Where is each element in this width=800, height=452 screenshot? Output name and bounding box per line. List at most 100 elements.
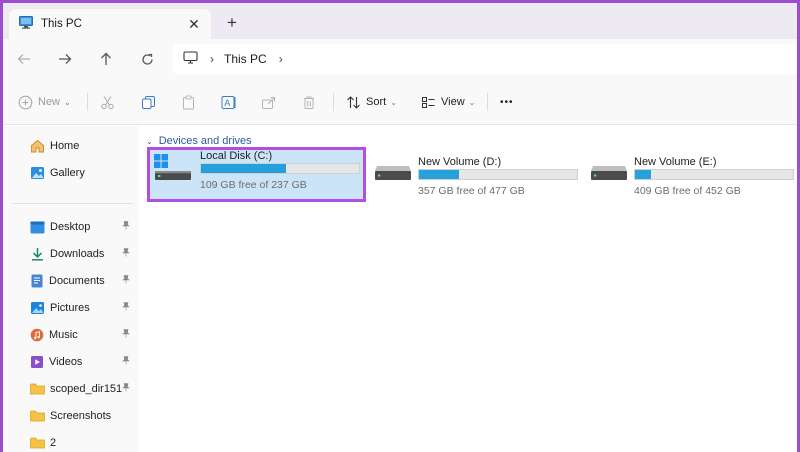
drive-usage-fill <box>635 170 651 179</box>
address-bar[interactable]: › This PC › <box>173 44 797 74</box>
group-title: Devices and drives <box>158 135 252 147</box>
sidebar-item-label: scoped_dir15160 <box>50 383 122 395</box>
pin-icon <box>122 383 130 394</box>
windows-drive-icon <box>153 150 193 187</box>
command-bar: New ⌄ A Sort ⌄ View ⌄ ••• <box>3 79 797 125</box>
copy-button[interactable] <box>141 91 156 113</box>
sidebar-item-label: Desktop <box>50 221 91 233</box>
sidebar-divider <box>13 203 133 204</box>
drive-usage-bar <box>418 169 578 180</box>
new-tab-button[interactable]: + <box>221 12 243 34</box>
breadcrumb-chevron-icon[interactable]: › <box>210 52 214 66</box>
pin-icon <box>122 302 130 313</box>
pin-icon <box>122 221 130 232</box>
breadcrumb-this-pc[interactable]: This PC <box>224 52 267 66</box>
pin-icon <box>122 248 130 259</box>
monitor-icon <box>19 16 33 32</box>
chevron-down-icon: ⌄ <box>64 97 71 107</box>
sort-arrows-icon <box>347 95 360 109</box>
sidebar-item-videos[interactable]: Videos <box>30 353 138 371</box>
plus-circle-icon <box>18 95 33 109</box>
sidebar-item-downloads[interactable]: Downloads <box>30 245 138 263</box>
folder-icon <box>30 383 45 395</box>
forward-arrow-icon[interactable] <box>52 47 78 71</box>
sidebar-item-label: Gallery <box>50 167 85 179</box>
drive-usage-fill <box>419 170 459 179</box>
documents-icon <box>31 274 43 288</box>
sidebar-item-label: Home <box>50 140 80 152</box>
view-button[interactable]: View ⌄ <box>421 91 475 113</box>
more-options-icon[interactable]: ••• <box>500 91 514 113</box>
folder-icon <box>30 410 45 422</box>
drive-e[interactable]: New Volume (E:) 409 GB free of 452 GB <box>584 153 796 201</box>
home-icon <box>31 139 44 153</box>
pin-icon <box>122 356 130 367</box>
view-label: View <box>441 96 465 108</box>
drive-free-space: 357 GB free of 477 GB <box>418 185 525 197</box>
paste-button[interactable] <box>181 91 196 113</box>
folder-icon <box>30 437 45 449</box>
sidebar-item-2[interactable]: 2 <box>30 434 138 452</box>
divider <box>333 93 334 111</box>
drive-d[interactable]: New Volume (D:) 357 GB free of 477 GB <box>368 153 580 201</box>
sort-button[interactable]: Sort ⌄ <box>346 91 397 113</box>
delete-button[interactable] <box>302 91 316 113</box>
drive-name: New Volume (E:) <box>634 156 717 168</box>
trash-icon <box>304 96 314 109</box>
pictures-icon <box>31 302 44 314</box>
sidebar-item-music[interactable]: Music <box>30 326 138 344</box>
sidebar-item-label: Music <box>49 329 78 341</box>
breadcrumb-chevron-icon[interactable]: › <box>279 52 283 66</box>
sidebar-item-desktop[interactable]: Desktop <box>30 218 138 236</box>
navigation-pane: Home Gallery Desktop Downloads Documents… <box>3 126 139 452</box>
pin-icon <box>122 275 130 286</box>
sidebar-item-documents[interactable]: Documents <box>30 272 138 290</box>
clipboard-icon <box>183 95 194 109</box>
sidebar-item-label: Downloads <box>50 248 105 260</box>
tab-this-pc[interactable]: This PC ✕ <box>9 9 211 39</box>
sidebar-item-scoped-dir[interactable]: scoped_dir15160 <box>30 380 138 398</box>
drive-name: Local Disk (C:) <box>200 150 273 162</box>
chevron-down-icon: ⌄ <box>468 97 476 107</box>
sidebar-item-screenshots[interactable]: Screenshots <box>30 407 138 425</box>
sort-label: Sort <box>366 96 387 108</box>
share-button[interactable] <box>261 91 276 113</box>
devices-group-header[interactable]: ⌄ Devices and drives <box>146 135 252 147</box>
divider <box>87 93 88 111</box>
gallery-icon <box>31 167 44 179</box>
navigation-bar: › This PC › <box>3 39 797 79</box>
drive-usage-fill <box>201 164 287 173</box>
drive-free-space: 109 GB free of 237 GB <box>200 179 307 191</box>
sidebar-item-label: Videos <box>49 356 83 368</box>
copy-icon <box>142 95 155 109</box>
back-arrow-icon[interactable] <box>11 47 37 71</box>
chevron-down-icon: ⌄ <box>390 97 397 107</box>
drive-c[interactable]: Local Disk (C:) 109 GB free of 237 GB <box>147 147 366 202</box>
sidebar-item-label: Documents <box>49 275 105 287</box>
tab-strip: This PC ✕ + <box>3 3 797 39</box>
drive-free-space: 409 GB free of 452 GB <box>634 185 741 197</box>
drive-usage-bar <box>634 169 794 180</box>
sidebar-item-label: Screenshots <box>50 410 112 422</box>
sidebar-item-label: Pictures <box>50 302 90 314</box>
rename-button[interactable]: A <box>221 91 237 113</box>
sidebar-item-gallery[interactable]: Gallery <box>30 164 138 182</box>
drive-usage-bar <box>200 163 360 174</box>
rename-icon: A <box>221 95 236 109</box>
refresh-icon[interactable] <box>134 47 160 71</box>
tab-title: This PC <box>41 18 82 30</box>
scissors-icon <box>101 95 114 109</box>
sidebar-item-pictures[interactable]: Pictures <box>30 299 138 317</box>
cut-button[interactable] <box>100 91 115 113</box>
new-button[interactable]: New ⌄ <box>18 91 71 113</box>
up-arrow-icon[interactable] <box>93 47 119 71</box>
divider <box>487 93 488 111</box>
chevron-down-icon: ⌄ <box>146 136 153 146</box>
drive-name: New Volume (D:) <box>418 156 502 168</box>
svg-text:A: A <box>224 98 230 108</box>
close-tab-icon[interactable]: ✕ <box>183 13 205 35</box>
new-label: New <box>38 96 61 108</box>
view-list-icon <box>422 96 435 108</box>
music-icon <box>30 328 44 342</box>
sidebar-item-home[interactable]: Home <box>30 137 138 155</box>
